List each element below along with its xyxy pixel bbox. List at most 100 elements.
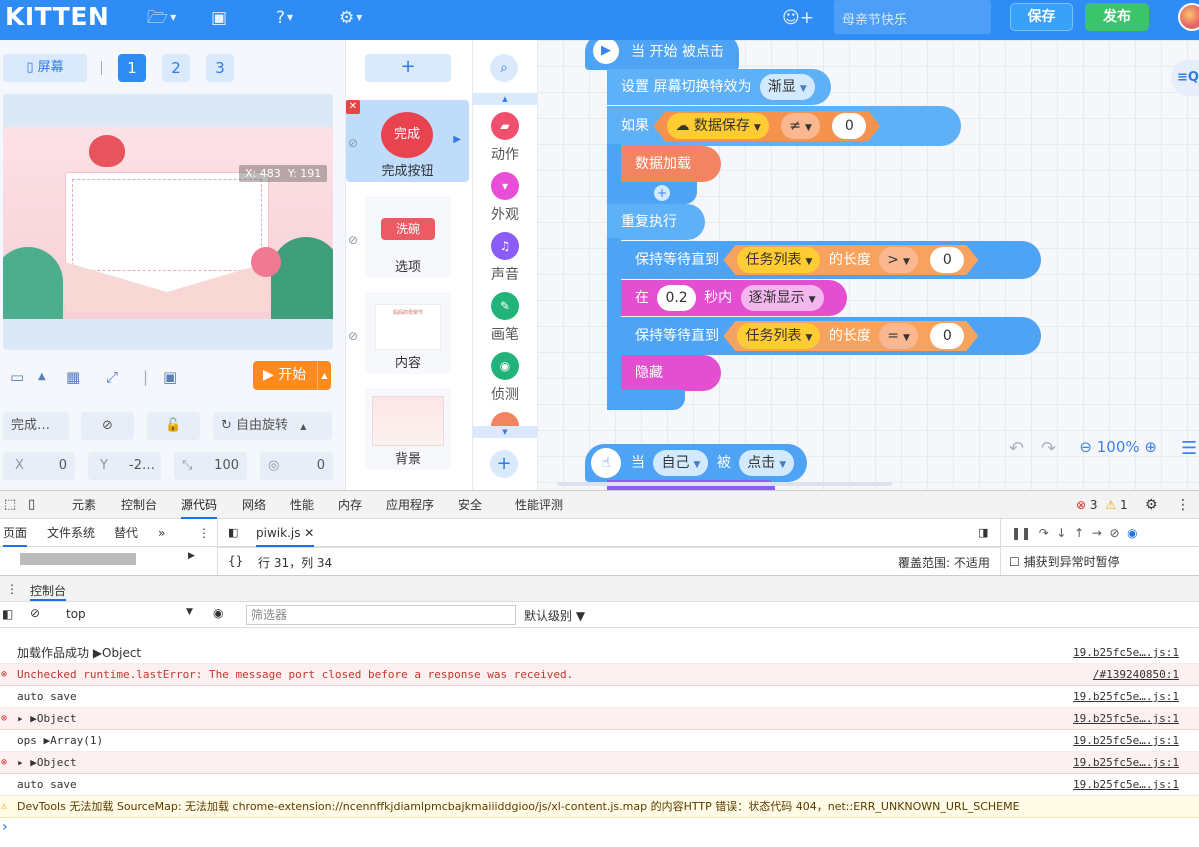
block-list-icon[interactable]: ≡Q	[1171, 60, 1199, 96]
compare-value-input[interactable]: 0	[930, 247, 964, 273]
log-entry-error[interactable]: ⊗ ▸ ▶Object 19.b25fc5e….js:1	[0, 752, 1199, 774]
avatar[interactable]	[1178, 3, 1199, 31]
console-prompt[interactable]: ›	[2, 819, 8, 835]
eye-off-icon[interactable]: ⊘	[348, 329, 358, 343]
operator-dropdown[interactable]: > ▼	[879, 247, 918, 273]
debugger-controls[interactable]: ❚❚ ↷ ↓ ↑ → ⊘ ◉	[1011, 526, 1138, 540]
effect-dropdown[interactable]: 逐渐显示 ▼	[740, 285, 824, 311]
inspect-icon[interactable]: ⬚	[4, 497, 16, 512]
category-sensing[interactable]: ◉ 侦测	[473, 352, 537, 412]
log-source-link[interactable]: 19.b25fc5e….js:1	[1073, 730, 1179, 751]
horizontal-scrollbar[interactable]	[557, 482, 892, 486]
screen-button[interactable]: ▯ 屏幕	[3, 54, 87, 82]
log-source-link[interactable]: /#139240850:1	[1093, 664, 1179, 685]
log-source-link[interactable]: 19.b25fc5e….js:1	[1073, 774, 1179, 795]
tab-lighthouse[interactable]: 性能评测	[515, 491, 563, 519]
tab-console-drawer[interactable]: 控制台	[30, 582, 67, 601]
hide-block[interactable]: 隐藏	[621, 355, 721, 391]
eye-off-icon[interactable]: ⊘	[348, 233, 358, 247]
list-task-dropdown[interactable]: 任务列表 ▼	[737, 323, 820, 349]
fade-in-block[interactable]: 在 0.2 秒内 逐渐显示 ▼	[621, 280, 847, 316]
target-dropdown[interactable]: 自己 ▼	[653, 450, 709, 476]
compare-value-input[interactable]: 0	[832, 113, 866, 139]
sprite-item-option[interactable]: 洗碗 选项	[365, 196, 451, 278]
more-tabs-icon[interactable]: »	[158, 519, 165, 547]
start-button[interactable]: ▶ 开始 ▲	[253, 361, 331, 390]
add-sprite-button[interactable]: +	[365, 54, 451, 82]
folder-icon[interactable]: 🗁 ▼	[147, 7, 176, 29]
sprite-item-background[interactable]: 背景	[365, 388, 451, 470]
more-icon[interactable]: ⋮	[1176, 497, 1190, 513]
script-canvas[interactable]: ▶ 当 开始 被点击 设置 屏幕切换特效为 渐显 ▼ 如果 ☁ 数据保存 ▼ ≠ ▼ …	[537, 40, 1199, 490]
page-tab-3[interactable]: 3	[206, 54, 234, 82]
add-user-icon[interactable]: ☺+	[782, 7, 814, 29]
lock-icon[interactable]: 🔓	[147, 412, 200, 440]
category-looks[interactable]: ▾ 外观	[473, 172, 537, 232]
stage-size-icon[interactable]: ▭	[10, 368, 24, 386]
variable-data-save[interactable]: ☁ 数据保存 ▼	[667, 113, 768, 139]
category-pen[interactable]: ✎ 画笔	[473, 292, 537, 352]
toggle-debugger-icon[interactable]: ◨	[978, 519, 988, 547]
log-source-link[interactable]: 19.b25fc5e….js:1	[1073, 708, 1179, 729]
log-source-link[interactable]: 19.b25fc5e….js:1	[1073, 642, 1179, 663]
tab-application[interactable]: 应用程序	[386, 491, 434, 519]
more-icon[interactable]: ⋮	[198, 519, 210, 547]
scroll-down-icon[interactable]: ▼	[473, 426, 537, 438]
log-entry-error[interactable]: ⊗ ▸ ▶Object 19.b25fc5e….js:1	[0, 708, 1199, 730]
y-field[interactable]: Y -2…	[88, 452, 161, 480]
log-source-link[interactable]: 19.b25fc5e….js:1	[1073, 752, 1179, 773]
page-tab-1[interactable]: 1	[118, 54, 146, 82]
wait-until-block-1[interactable]: 保持等待直到 任务列表 ▼ 的长度 > ▼ 0	[621, 241, 1041, 279]
clear-console-icon[interactable]: ⊘	[30, 606, 40, 620]
drawer-menu-icon[interactable]: ⋮	[6, 582, 18, 596]
tab-console[interactable]: 控制台	[121, 491, 157, 519]
category-motion[interactable]: ▰ 动作	[473, 112, 537, 172]
file-tab-piwik[interactable]: piwik.js ✕	[256, 519, 315, 547]
sprite-item-done-button[interactable]: ✕ ⊘ 完成 ▶ 完成按钮	[346, 100, 469, 182]
size-field[interactable]: ⤡ 100	[174, 452, 247, 480]
undo-icon[interactable]: ↶	[1009, 438, 1024, 459]
search-icon[interactable]: ⌕	[490, 54, 518, 82]
wait-until-block-2[interactable]: 保持等待直到 任务列表 ▼ 的长度 = ▼ 0	[621, 317, 1041, 355]
tab-memory[interactable]: 内存	[338, 491, 362, 519]
repeat-forever-block[interactable]: 重复执行	[607, 204, 705, 240]
category-sound[interactable]: ♫ 声音	[473, 232, 537, 292]
compare-value-input[interactable]: 0	[930, 323, 964, 349]
direction-field[interactable]: ◎ 0	[260, 452, 333, 480]
redo-icon[interactable]: ↷	[1041, 438, 1056, 459]
tab-page[interactable]: 页面	[3, 519, 28, 547]
pretty-print-icon[interactable]: {}	[228, 554, 243, 568]
tab-overrides[interactable]: 替代	[114, 519, 138, 547]
tab-network[interactable]: 网络	[242, 491, 266, 519]
gear-icon[interactable]: ⚙	[1145, 497, 1158, 513]
visibility-icon[interactable]: ⊘	[81, 412, 134, 440]
log-entry[interactable]: ops ▶Array(1) 19.b25fc5e….js:1	[0, 730, 1199, 752]
chevron-right-icon[interactable]: ▶	[453, 134, 461, 145]
grid-icon[interactable]: ▦	[66, 368, 80, 386]
hat-block-clicked[interactable]: ☝ 当 自己 ▼ 被 点击 ▼	[585, 444, 807, 482]
gear-icon[interactable]: ⚙ ▼	[339, 7, 362, 29]
fullscreen-icon[interactable]: ⤢	[106, 368, 118, 386]
load-data-block[interactable]: 数据加载	[621, 146, 721, 182]
sprite-name-field[interactable]: 完成…	[3, 412, 69, 440]
log-source-link[interactable]: 19.b25fc5e….js:1	[1073, 686, 1179, 707]
pause-on-exceptions-checkbox[interactable]: ☐ 捕获到异常时暂停	[1009, 553, 1120, 570]
operators-icon[interactable]	[491, 412, 519, 426]
x-field[interactable]: X 0	[3, 452, 75, 480]
caret-up-icon[interactable]: ▲	[38, 371, 46, 382]
tab-performance[interactable]: 性能	[290, 491, 314, 519]
list-task-dropdown[interactable]: 任务列表 ▼	[737, 247, 820, 273]
set-transition-block[interactable]: 设置 屏幕切换特效为 渐显 ▼	[607, 69, 831, 105]
filter-input[interactable]: 筛选器	[246, 605, 516, 625]
operator-dropdown[interactable]: ≠ ▼	[781, 113, 820, 139]
play-screen-icon[interactable]: ▣	[163, 368, 177, 386]
help-icon[interactable]: ? ▼	[276, 7, 293, 29]
log-level-select[interactable]: 默认级别 ▼	[524, 607, 585, 624]
eye-icon[interactable]: ◉	[213, 606, 223, 620]
operator-dropdown[interactable]: = ▼	[879, 323, 918, 349]
toggle-navigator-icon[interactable]: ◧	[228, 519, 238, 547]
transition-dropdown[interactable]: 渐显 ▼	[759, 74, 815, 100]
zoom-out-icon[interactable]: ⊖	[1079, 438, 1092, 456]
project-name-input[interactable]: 母亲节快乐	[834, 0, 991, 34]
save-button[interactable]: 保存	[1010, 3, 1073, 31]
